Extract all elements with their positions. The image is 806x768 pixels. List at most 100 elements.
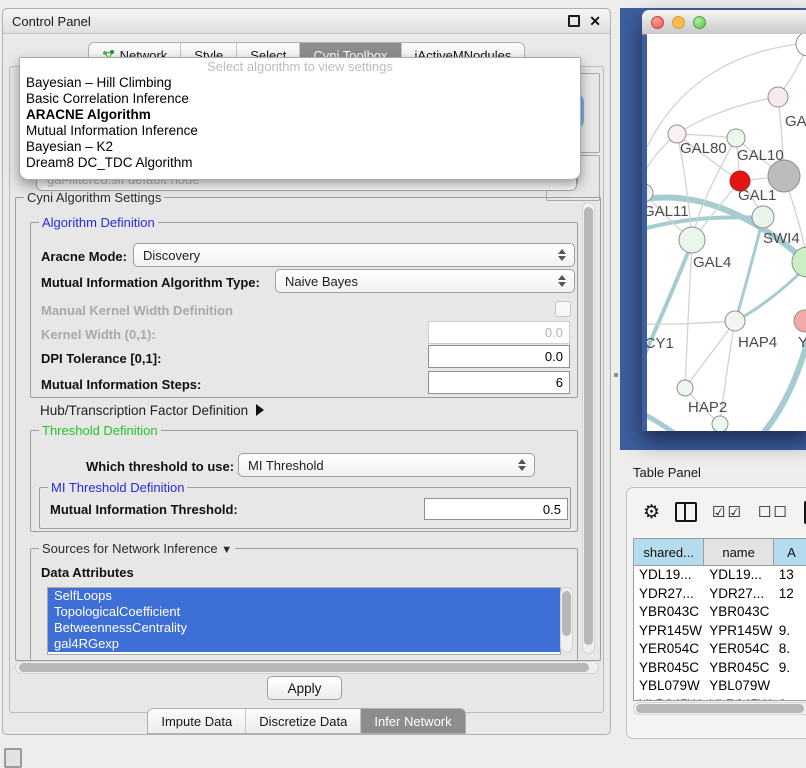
network-node[interactable]	[725, 311, 745, 331]
table-row[interactable]: YER054CYER054C8.	[634, 640, 806, 659]
app-root: { "control_panel": { "title": "Control P…	[0, 0, 806, 762]
splitpane-handle[interactable]	[614, 373, 618, 377]
float-window-icon[interactable]	[568, 15, 580, 27]
attributes-scrollbar[interactable]	[560, 587, 573, 653]
control-panel-title: Control Panel	[12, 14, 91, 29]
threshold-definition-group: Threshold Definition Which threshold to …	[30, 430, 578, 532]
attribute-list-item[interactable]: gal4RGexp	[48, 636, 560, 652]
table-cell: YBR043C	[704, 603, 773, 622]
gear-icon[interactable]: ⚙	[643, 503, 660, 522]
algorithm-option[interactable]: Basic Correlation Inference	[20, 91, 580, 107]
algorithm-dropdown-popup: Select algorithm to view settings Bayesi…	[19, 57, 581, 180]
table-hscrollbar[interactable]	[633, 702, 806, 715]
collapsed-panel-icon[interactable]	[4, 748, 22, 768]
mi-type-combo[interactable]: Naive Bayes	[275, 269, 575, 293]
algorithm-option[interactable]: Bayesian – Hill Climbing	[20, 75, 580, 91]
network-edge[interactable]	[677, 97, 778, 134]
algorithm-option[interactable]: Bayesian – K2	[20, 139, 580, 155]
minimize-window-icon[interactable]	[672, 16, 685, 29]
settings-hscrollbar[interactable]	[15, 661, 599, 674]
network-node[interactable]	[794, 310, 806, 332]
zoom-window-icon[interactable]	[693, 16, 706, 29]
network-edge[interactable]	[685, 321, 735, 388]
table-row[interactable]: YDL19...YDL19...13	[634, 566, 806, 585]
table-cell: 9.	[774, 659, 806, 678]
tab-label: Impute Data	[161, 714, 232, 729]
network-node[interactable]	[727, 129, 745, 147]
table-cell: YLR345W	[634, 696, 704, 702]
deselect-all-checkboxes-icon[interactable]: ☐☐	[758, 503, 789, 521]
dpi-tolerance-field[interactable]: 0.0	[428, 345, 570, 368]
kernel-width-value: 0.0	[545, 325, 563, 340]
close-icon[interactable]: ✕	[589, 14, 601, 28]
table-row[interactable]: YDR27...YDR27...12	[634, 585, 806, 604]
attribute-list-item[interactable]: BetweennessCentrality	[48, 620, 560, 636]
tab-discretize-data[interactable]: Discretize Data	[246, 709, 361, 733]
network-node[interactable]	[768, 87, 788, 107]
settings-scrollbar[interactable]	[582, 202, 595, 654]
mi-threshold-field[interactable]: 0.5	[424, 498, 568, 520]
column-header[interactable]: name	[704, 539, 773, 565]
table-panel: ⚙ ☑☑ ☐☐ shared...nameA YDL19...YDL19...1…	[626, 487, 806, 739]
table-cell: 9.	[774, 696, 806, 702]
network-canvas[interactable]: GALGAL80GAL10GAL1GAL11SWI4GAL4GCY1HAP4YH…	[647, 34, 806, 431]
attribute-list-item[interactable]: TopologicalCoefficient	[48, 604, 560, 620]
algorithm-option[interactable]: Dream8 DC_TDC Algorithm	[20, 155, 580, 171]
aracne-mode-combo[interactable]: Discovery	[133, 243, 575, 267]
node-label: SWI4	[763, 230, 800, 247]
table-cell: 12	[774, 585, 806, 604]
network-edge[interactable]	[647, 242, 692, 382]
table-cell: YBL079W	[704, 677, 773, 696]
node-label: GAL1	[738, 187, 776, 204]
network-node[interactable]	[712, 416, 728, 431]
data-attributes-label: Data Attributes	[41, 565, 134, 580]
table-cell: YBL079W	[634, 677, 704, 696]
network-edge[interactable]	[737, 222, 762, 316]
algorithm-definition-group: Algorithm Definition Aracne Mode: Discov…	[30, 222, 578, 398]
table-cell: YER054C	[634, 640, 704, 659]
apply-button[interactable]: Apply	[267, 676, 342, 700]
table-header-row: shared...nameA	[634, 539, 806, 566]
data-attributes-list[interactable]: SelfLoopsTopologicalCoefficientBetweenne…	[47, 587, 561, 655]
network-edge[interactable]	[685, 244, 692, 388]
table-cell: YPR145W	[634, 622, 704, 641]
network-graph: GALGAL80GAL10GAL1GAL11SWI4GAL4GCY1HAP4YH…	[647, 34, 806, 431]
table-row[interactable]: YBR043CYBR043C	[634, 603, 806, 622]
collapse-arrow-icon: ▼	[221, 544, 232, 556]
network-edge[interactable]	[647, 406, 673, 431]
network-node[interactable]	[752, 206, 774, 228]
algorithm-option[interactable]: Mutual Information Inference	[20, 123, 580, 139]
table-row[interactable]: YLR345WYLR345W9.	[634, 696, 806, 702]
which-threshold-combo[interactable]: MI Threshold	[238, 453, 535, 477]
aracne-mode-label: Aracne Mode:	[41, 249, 127, 264]
network-node[interactable]	[677, 380, 693, 396]
algorithm-option[interactable]: ARACNE Algorithm	[20, 107, 580, 123]
table-cell	[774, 603, 806, 622]
network-node[interactable]	[796, 34, 806, 56]
which-threshold-value: MI Threshold	[248, 458, 324, 473]
network-node[interactable]	[679, 227, 705, 253]
sources-title[interactable]: Sources for Network Inference ▼	[39, 541, 235, 556]
network-edge[interactable]	[647, 134, 677, 324]
table-row[interactable]: YBR045CYBR045C9.	[634, 659, 806, 678]
hub-section-toggle[interactable]: Hub/Transcription Factor Definition	[40, 403, 264, 418]
table-row[interactable]: YBL079WYBL079W	[634, 677, 806, 696]
mi-steps-field[interactable]: 6	[428, 371, 570, 394]
select-all-checkboxes-icon[interactable]: ☑☑	[712, 503, 743, 521]
stepper-arrows-icon	[554, 275, 574, 287]
node-label: GAL10	[737, 147, 784, 164]
algorithm-definition-title: Algorithm Definition	[39, 215, 158, 230]
attribute-list-item[interactable]: SelfLoops	[48, 588, 560, 604]
kernel-width-field[interactable]: 0.0	[428, 321, 570, 344]
tab-impute-data[interactable]: Impute Data	[148, 709, 246, 733]
table-row[interactable]: YPR145WYPR145W9.	[634, 622, 806, 641]
close-window-icon[interactable]	[651, 16, 664, 29]
columns-icon[interactable]	[675, 502, 697, 522]
tab-infer-network[interactable]: Infer Network	[361, 709, 464, 733]
threshold-definition-title: Threshold Definition	[39, 423, 161, 438]
column-header[interactable]: A	[774, 539, 806, 565]
mi-threshold-value: 0.5	[543, 502, 561, 517]
manual-kernel-checkbox[interactable]	[555, 301, 571, 317]
node-label: GAL80	[680, 140, 727, 157]
column-header[interactable]: shared...	[634, 539, 704, 565]
